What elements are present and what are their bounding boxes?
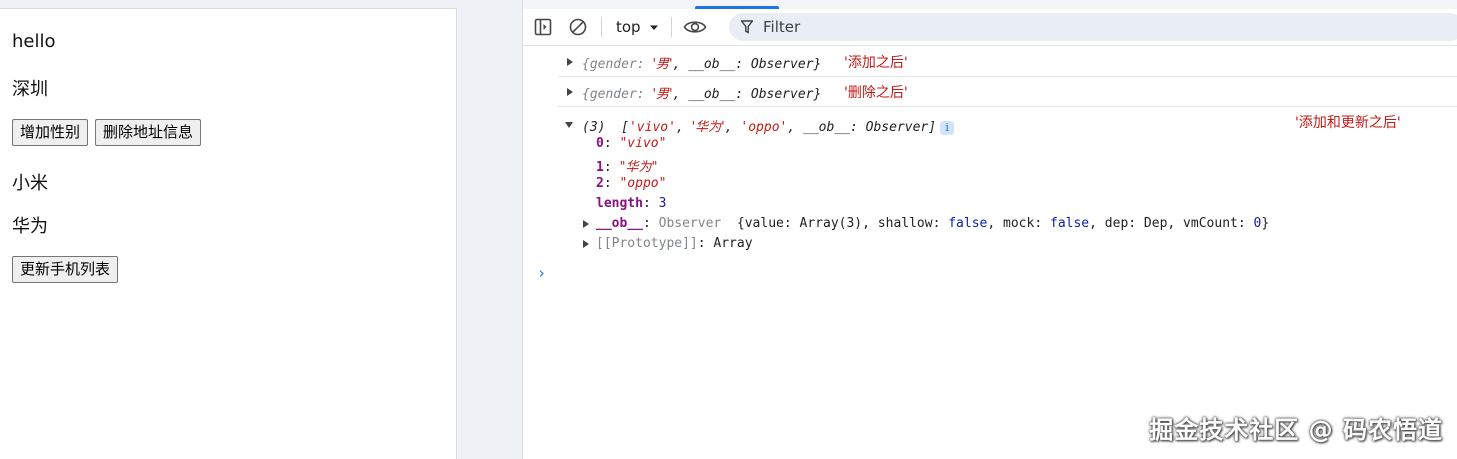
phone-item-huawei: 华为: [12, 216, 48, 237]
console-prompt-icon[interactable]: ›: [537, 264, 546, 282]
clear-console-icon[interactable]: [568, 17, 588, 37]
array-item-2: 2: "oppo": [596, 176, 667, 191]
filter-placeholder: Filter: [763, 18, 801, 36]
array-item-1: 1: "华为": [596, 160, 658, 175]
expand-triangle-icon[interactable]: [567, 58, 573, 66]
log-object-preview[interactable]: {gender: '男', __ob__: Observer}: [582, 83, 821, 102]
add-gender-button[interactable]: 增加性别: [12, 119, 89, 146]
log-message: '添加之后': [844, 55, 908, 71]
toolbar-separator: [671, 17, 672, 37]
filter-icon: [741, 20, 753, 34]
devtools-panel: top Filter {gender: '男', __ob__: Observe…: [522, 0, 1457, 459]
collapse-triangle-icon[interactable]: [565, 122, 573, 128]
devtools-tabstrip: [523, 0, 1457, 9]
live-expression-eye-icon[interactable]: [683, 17, 707, 37]
array-length: length: 3: [596, 196, 667, 211]
city-text: 深圳: [12, 79, 48, 100]
toolbar-separator: [601, 17, 602, 37]
delete-address-button[interactable]: 删除地址信息: [95, 119, 202, 146]
update-phones-button[interactable]: 更新手机列表: [12, 256, 119, 283]
array-preview[interactable]: (3) ['vivo', '华为', 'oppo', __ob__: Obser…: [582, 116, 955, 135]
log-object-preview[interactable]: {gender: '男', __ob__: Observer}: [582, 53, 821, 72]
hello-text: hello: [12, 31, 56, 52]
expand-triangle-icon[interactable]: [583, 220, 589, 228]
observer-property[interactable]: __ob__: Observer {value: Array(3), shall…: [596, 216, 1269, 231]
console-log-row-expanded: (3) ['vivo', '华为', 'oppo', __ob__: Obser…: [558, 107, 1457, 257]
log-message: '添加和更新之后': [1295, 115, 1401, 131]
watermark: 掘金技术社区 @ 码农悟道: [1149, 416, 1443, 444]
app-page: hello 深圳 增加性别 删除地址信息 小米 华为 更新手机列表: [0, 8, 457, 459]
prototype-property[interactable]: [[Prototype]]: Array: [596, 236, 753, 251]
log-message: '删除之后': [844, 85, 908, 101]
console-log-row: {gender: '男', __ob__: Observer} '删除之后': [558, 76, 1457, 107]
info-icon[interactable]: i: [940, 120, 955, 135]
filter-input[interactable]: Filter: [729, 13, 1457, 41]
array-item-0: 0: "vivo": [596, 136, 667, 151]
console-log-row: {gender: '男', __ob__: Observer} '添加之后': [558, 46, 1457, 77]
expand-triangle-icon[interactable]: [583, 240, 589, 248]
context-selector[interactable]: top: [616, 17, 659, 37]
chevron-down-icon: [650, 25, 659, 30]
phone-item-xiaomi: 小米: [12, 173, 48, 194]
expand-triangle-icon[interactable]: [567, 88, 573, 96]
console-toolbar: top Filter: [523, 9, 1457, 46]
context-label: top: [616, 18, 641, 36]
sidebar-toggle-icon[interactable]: [533, 17, 553, 37]
